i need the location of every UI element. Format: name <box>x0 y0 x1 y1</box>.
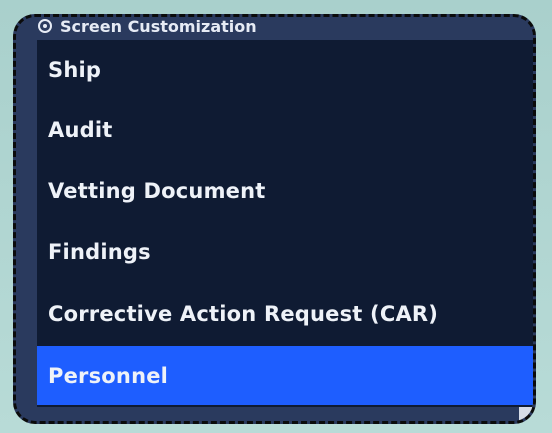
menu-item-label: Findings <box>48 239 151 264</box>
menu-item-label: Corrective Action Request (CAR) <box>48 301 439 326</box>
menu-item-label: Personnel <box>48 363 169 388</box>
radio-button-icon[interactable] <box>38 19 52 33</box>
menu-item-findings[interactable]: Findings <box>37 222 533 281</box>
screen-customization-header[interactable]: Screen Customization <box>16 16 533 39</box>
screen-customization-panel: Screen Customization Ship Audit Vetting … <box>13 14 536 424</box>
menu-item-audit[interactable]: Audit <box>37 100 533 159</box>
menu-item-label: Audit <box>48 117 113 142</box>
dropdown-menu: Ship Audit Vetting Document Findings Cor… <box>37 40 533 407</box>
menu-item-label: Vetting Document <box>48 178 266 203</box>
menu-item-corrective-action-request[interactable]: Corrective Action Request (CAR) <box>37 284 533 343</box>
menu-item-vetting-document[interactable]: Vetting Document <box>37 161 533 220</box>
menu-item-ship[interactable]: Ship <box>37 40 533 99</box>
header-title: Screen Customization <box>60 16 257 36</box>
menu-item-personnel[interactable]: Personnel <box>37 346 533 405</box>
menu-item-label: Ship <box>48 57 102 82</box>
